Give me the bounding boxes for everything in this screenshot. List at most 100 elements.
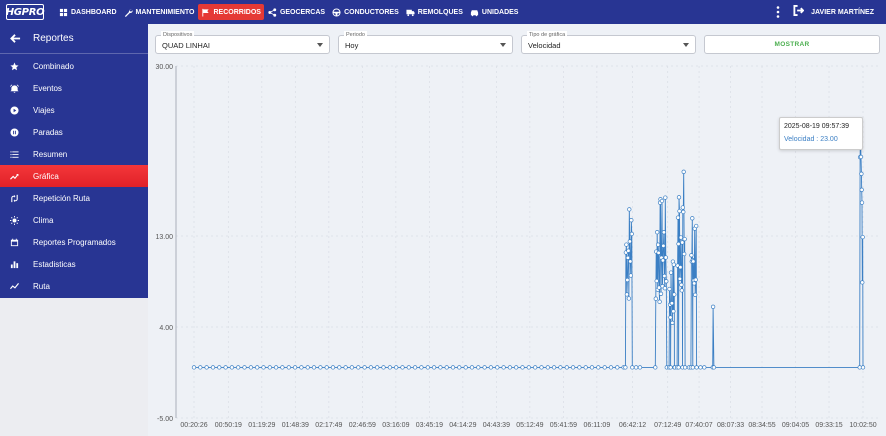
sidebar-item-eventos[interactable]: Eventos xyxy=(0,77,148,99)
alarm-icon xyxy=(9,83,19,93)
speed-data-point xyxy=(671,262,676,267)
sidebar-item-repetición-ruta[interactable]: Repetición Ruta xyxy=(0,187,148,209)
sidebar-item-label: Clima xyxy=(33,215,54,225)
tooltip-time: 2025-08-19 09:57:39 xyxy=(784,123,849,130)
x-tick-label: 00:20:26 xyxy=(180,422,207,429)
speed-data-point xyxy=(419,365,424,370)
speed-data-point xyxy=(292,365,298,370)
y-tick-label: 13.00 xyxy=(155,234,173,241)
speed-data-point xyxy=(682,365,688,370)
y-tick-label: 4.00 xyxy=(159,325,173,332)
sidebar-item-paradas[interactable]: Paradas xyxy=(0,121,148,143)
speed-data-point xyxy=(698,365,703,370)
speed-chart[interactable]: 30.00 13.00 4.00 -5.00 00:20:26 00:50:19 01:19… xyxy=(148,58,886,436)
speed-data-point xyxy=(337,365,342,370)
nav-item-conductores[interactable]: CONDUCTORES xyxy=(329,4,402,20)
speed-data-point xyxy=(394,365,399,370)
speed-data-point xyxy=(630,365,635,370)
speed-data-point xyxy=(343,365,348,370)
speed-data-point xyxy=(626,296,632,301)
speed-data-point xyxy=(668,365,673,370)
list-icon xyxy=(9,149,19,159)
speed-data-point xyxy=(330,365,336,370)
speed-data-point xyxy=(387,365,393,370)
speed-data-point xyxy=(236,365,241,370)
nav-item-geocercas[interactable]: GEOCERCAS xyxy=(265,4,328,20)
nav-item-recorridos[interactable]: RECORRIDOS xyxy=(198,4,264,20)
nav-item-remolques[interactable]: REMOLQUES xyxy=(403,4,466,20)
speed-data-point xyxy=(661,243,666,248)
x-tick-label: 05:41:59 xyxy=(550,422,577,429)
speed-data-point xyxy=(711,365,717,370)
sidebar-item-estadisticas[interactable]: Estadisticas xyxy=(0,253,148,275)
sidebar-item-label: Estadisticas xyxy=(33,259,76,269)
device-select[interactable]: Dispositivos QUAD LINHAI xyxy=(155,31,330,54)
sidebar-item-label: Resumen xyxy=(33,149,68,159)
speed-data-point xyxy=(693,292,698,297)
sidebar-item-ruta[interactable]: Ruta xyxy=(0,275,148,297)
speed-data-point xyxy=(692,281,697,286)
speed-data-point xyxy=(680,205,685,210)
more-menu-icon[interactable] xyxy=(773,5,783,19)
speed-data-point xyxy=(223,365,228,370)
back-arrow-icon[interactable] xyxy=(10,33,21,44)
nav-item-label: MANTENIMIENTO xyxy=(135,8,195,16)
speed-data-point xyxy=(242,365,247,370)
chart-svg: 30.00 13.00 4.00 -5.00 00:20:26 00:50:19 01:19… xyxy=(155,64,878,429)
main-content: Dispositivos QUAD LINHAI Periodo Hoy Tip… xyxy=(148,24,886,436)
speed-data-point xyxy=(676,365,681,370)
x-tick-label: 05:12:49 xyxy=(516,422,543,429)
nav-item-mantenimiento[interactable]: MANTENIMIENTO xyxy=(121,4,198,20)
sidebar-item-resumen[interactable]: Resumen xyxy=(0,143,148,165)
speed-data-point xyxy=(628,259,633,264)
speed-data-point xyxy=(191,365,197,370)
star-icon xyxy=(9,61,19,71)
sidebar-item-clima[interactable]: Clima xyxy=(0,209,148,231)
speed-data-point xyxy=(583,365,588,370)
sidebar-list: Combinado Eventos Viajes Paradas Resumen Gráf… xyxy=(0,54,148,297)
speed-data-point xyxy=(860,365,866,370)
chart-type-select[interactable]: Tipo de gráfica Velocidad xyxy=(521,31,696,54)
show-button[interactable]: MOSTRAR xyxy=(704,35,880,54)
sidebar-item-viajes[interactable]: Viajes xyxy=(0,99,148,121)
speed-data-point xyxy=(694,223,699,229)
app-logo[interactable]: HGPRO xyxy=(6,4,45,20)
speed-data-point xyxy=(678,235,684,240)
speed-data-point xyxy=(558,365,563,370)
speed-data-point xyxy=(431,365,437,370)
nav-item-unidades[interactable]: UNIDADES xyxy=(467,4,522,20)
steering-wheel-icon xyxy=(332,7,341,17)
speed-data-point xyxy=(655,230,660,235)
speed-data-point xyxy=(658,291,664,296)
top-navbar: HGPRO DASHBOARD MANTENIMIENTO RECORRIDOS GE… xyxy=(0,0,886,24)
sidebar-item-gráfica[interactable]: Gráfica xyxy=(0,165,148,187)
speed-data-point xyxy=(628,273,633,278)
speed-data-point xyxy=(286,365,291,370)
user-area: JAVIER MARTÍNEZ xyxy=(773,0,886,24)
speed-data-point xyxy=(412,365,418,370)
x-tick-label: 06:11:09 xyxy=(583,422,610,429)
sidebar-item-reportes-programados[interactable]: Reportes Programados xyxy=(0,231,148,253)
speed-data-point xyxy=(280,365,285,370)
sidebar-item-combinado[interactable]: Combinado xyxy=(0,55,148,77)
speed-data-point xyxy=(545,365,550,370)
logout-icon[interactable] xyxy=(793,3,805,21)
period-select[interactable]: Periodo Hoy xyxy=(338,31,513,54)
speed-data-point xyxy=(670,320,675,325)
speed-data-point xyxy=(488,365,494,370)
speed-data-point xyxy=(217,365,222,370)
speed-data-point xyxy=(381,365,386,370)
speed-data-point xyxy=(375,365,380,370)
speed-data-point xyxy=(198,365,203,370)
speed-data-point xyxy=(691,259,696,264)
user-name[interactable]: JAVIER MARTÍNEZ xyxy=(811,9,874,16)
speed-data-point xyxy=(682,236,687,242)
nav-item-label: REMOLQUES xyxy=(417,8,463,16)
speed-data-point xyxy=(596,365,601,370)
x-tick-label: 06:42:12 xyxy=(619,422,646,429)
speed-data-point xyxy=(661,230,667,235)
route-icon xyxy=(9,193,19,203)
speed-data-point xyxy=(671,309,676,314)
speed-data-point xyxy=(261,365,266,370)
nav-item-dashboard[interactable]: DASHBOARD xyxy=(56,4,120,20)
